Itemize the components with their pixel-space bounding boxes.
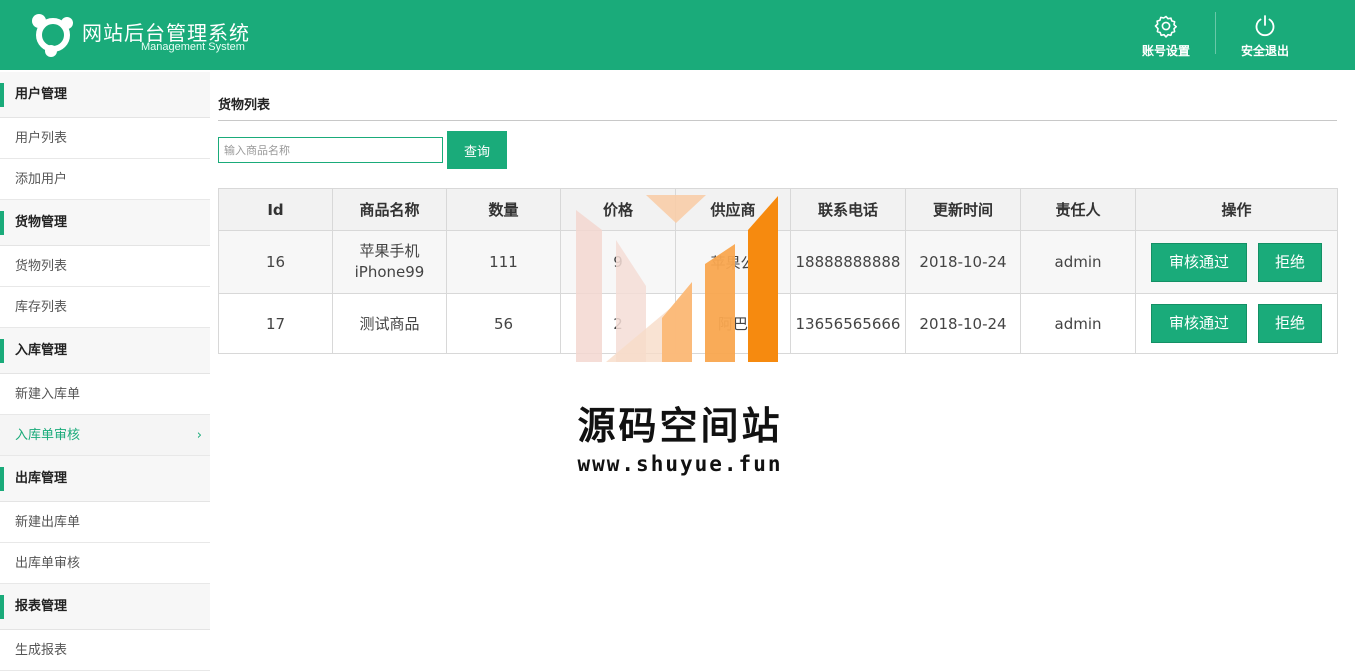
page-title: 货物列表: [218, 98, 271, 113]
goods-table: Id 商品名称 数量 价格 供应商 联系电话 更新时间 责任人 操作 16 苹果…: [218, 188, 1338, 354]
search-button[interactable]: 查询: [447, 131, 507, 169]
watermark-url: www.shuyue.fun: [577, 452, 783, 476]
cell-owner: admin: [1020, 293, 1136, 354]
sidebar-item-generate-report[interactable]: 生成报表: [0, 630, 210, 671]
cell-qty: 111: [446, 230, 561, 294]
cell-id: 17: [218, 293, 333, 354]
top-header: 网站后台管理系统 Management System 账号设置 安全退出: [0, 0, 1355, 70]
cell-updated: 2018-10-24: [905, 230, 1021, 294]
power-icon: [1255, 15, 1275, 37]
logo-icon: [32, 14, 73, 57]
header-divider: [1215, 12, 1216, 54]
cell-supplier: 阿巴: [675, 293, 791, 354]
logout-label: 安全退出: [1240, 44, 1289, 58]
column-header: 供应商: [675, 188, 791, 231]
watermark-title: 源码空间站: [577, 404, 783, 448]
cell-qty: 56: [446, 293, 561, 354]
sidebar-group-outbound[interactable]: 出库管理: [0, 456, 210, 502]
cell-name: 测试商品: [332, 293, 447, 354]
title-divider: [218, 120, 1337, 121]
table-row: 16 苹果手机iPhone99 111 9 苹果公 18888888888 20…: [218, 230, 1338, 294]
reject-button[interactable]: 拒绝: [1258, 242, 1322, 282]
column-header: 操作: [1135, 188, 1338, 231]
column-header: 价格: [560, 188, 676, 231]
sidebar: 用户管理 用户列表 添加用户 货物管理 货物列表 库存列表 入库管理 新建入库单…: [0, 70, 210, 672]
cell-actions: 审核通过 拒绝: [1135, 293, 1338, 354]
cell-name: 苹果手机iPhone99: [332, 230, 447, 294]
column-header: 责任人: [1020, 188, 1136, 231]
sidebar-group-user[interactable]: 用户管理: [0, 72, 210, 118]
approve-button[interactable]: 审核通过: [1151, 242, 1247, 282]
sidebar-group-report[interactable]: 报表管理: [0, 584, 210, 630]
account-settings-label: 账号设置: [1141, 44, 1190, 58]
table-header-row: Id 商品名称 数量 价格 供应商 联系电话 更新时间 责任人 操作: [218, 188, 1338, 231]
sidebar-item-outbound-review[interactable]: 出库单审核: [0, 543, 210, 584]
cell-phone: 18888888888: [790, 230, 906, 294]
cell-supplier: 苹果公: [675, 230, 791, 294]
sidebar-item-new-inbound[interactable]: 新建入库单: [0, 374, 210, 415]
cell-actions: 审核通过 拒绝: [1135, 230, 1338, 294]
sidebar-group-inbound[interactable]: 入库管理: [0, 328, 210, 374]
column-header: Id: [218, 188, 333, 231]
approve-button[interactable]: 审核通过: [1151, 304, 1247, 343]
sidebar-item-goods-list[interactable]: 货物列表: [0, 246, 210, 287]
chevron-right-icon: ›: [196, 428, 202, 443]
sidebar-item-new-outbound[interactable]: 新建出库单: [0, 502, 210, 543]
sidebar-item-add-user[interactable]: 添加用户: [0, 159, 210, 200]
sidebar-item-label: 入库单审核: [15, 428, 81, 443]
table-row: 17 测试商品 56 2 阿巴 13656565666 2018-10-24 a…: [218, 293, 1338, 354]
sidebar-group-goods[interactable]: 货物管理: [0, 200, 210, 246]
cell-phone: 13656565666: [790, 293, 906, 354]
cell-owner: admin: [1020, 230, 1136, 294]
account-settings-button[interactable]: 账号设置: [1126, 14, 1206, 60]
cell-id: 16: [218, 230, 333, 294]
cell-price: 2: [560, 293, 676, 354]
gear-icon: [1154, 15, 1177, 38]
column-header: 更新时间: [905, 188, 1021, 231]
column-header: 数量: [446, 188, 561, 231]
reject-button[interactable]: 拒绝: [1258, 304, 1322, 343]
logout-button[interactable]: 安全退出: [1225, 14, 1305, 60]
column-header: 联系电话: [790, 188, 906, 231]
column-header: 商品名称: [332, 188, 447, 231]
sidebar-item-user-list[interactable]: 用户列表: [0, 118, 210, 159]
sidebar-item-stock-list[interactable]: 库存列表: [0, 287, 210, 328]
cell-updated: 2018-10-24: [905, 293, 1021, 354]
search-input[interactable]: [218, 137, 443, 163]
cell-price: 9: [560, 230, 676, 294]
sidebar-item-inbound-review[interactable]: 入库单审核 ›: [0, 415, 210, 456]
brand-subtitle: Management System: [141, 41, 245, 53]
